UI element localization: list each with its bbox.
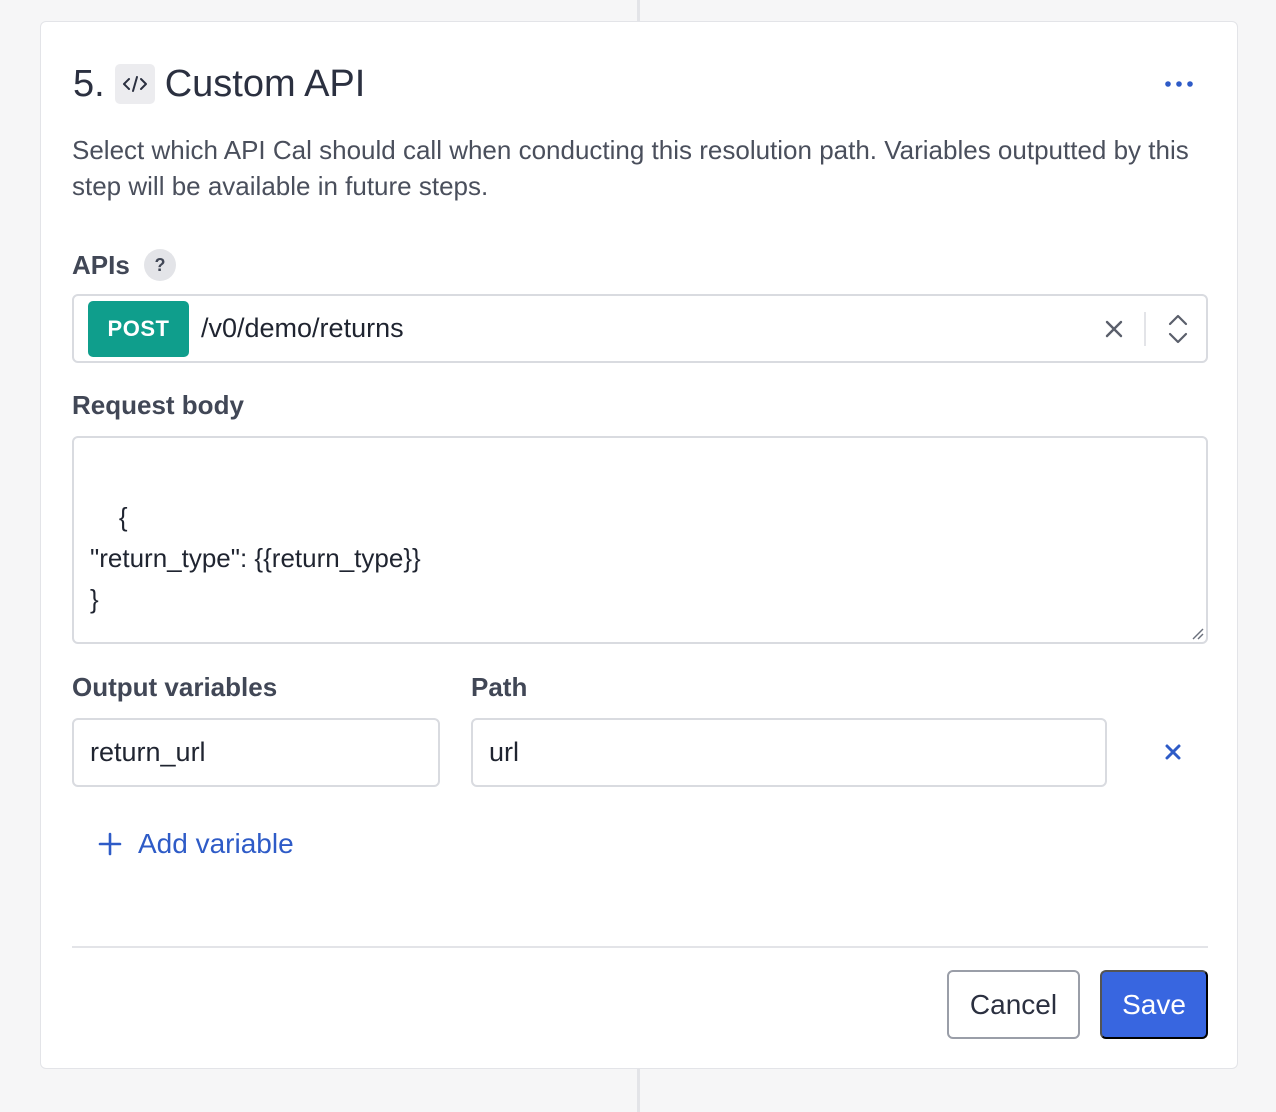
step-header: 5. Custom API [73, 62, 1205, 106]
request-body-label: Request body [72, 390, 244, 420]
method-badge: POST [88, 300, 189, 357]
step-card: 5. Custom API Select which API Cal shoul… [40, 21, 1238, 1069]
output-variable-name-input[interactable]: return_url [72, 718, 440, 787]
step-description: Select which API Cal should call when co… [72, 135, 1189, 201]
step-number: 5. [73, 63, 105, 105]
code-icon [114, 64, 155, 104]
plus-icon [98, 832, 122, 856]
select-toggle-button[interactable] [1154, 301, 1202, 357]
clear-selection-button[interactable] [1092, 307, 1136, 351]
request-body-textarea[interactable]: { "return_type": {{return_type}} } [72, 436, 1208, 644]
chevron-up-down-icon [1168, 314, 1188, 343]
close-icon [1165, 744, 1181, 760]
remove-variable-button[interactable] [1155, 734, 1191, 770]
close-icon [1105, 320, 1123, 337]
more-options-button[interactable] [1153, 68, 1205, 100]
path-label: Path [471, 672, 528, 702]
request-body-content: { "return_type": {{return_type}} } [90, 502, 421, 614]
api-endpoint-path: /v0/demo/returns [201, 313, 404, 343]
flow-connector-bottom [637, 1068, 640, 1112]
flow-connector-top [637, 0, 640, 22]
output-variable-path-input[interactable]: url [471, 718, 1107, 787]
select-separator [1144, 311, 1146, 346]
step-title: Custom API [164, 63, 366, 105]
add-variable-button[interactable]: Add variable [98, 822, 294, 866]
api-select[interactable]: POST /v0/demo/returns [72, 294, 1208, 363]
footer-divider [72, 946, 1208, 948]
add-variable-label: Add variable [138, 828, 294, 859]
apis-label: APIs [72, 250, 130, 280]
resize-handle-icon[interactable] [1190, 626, 1204, 640]
ellipsis-icon [1165, 81, 1193, 87]
help-icon[interactable]: ? [144, 249, 176, 281]
output-variables-label: Output variables [72, 672, 278, 702]
save-button[interactable]: Save [1100, 970, 1208, 1039]
cancel-button[interactable]: Cancel [947, 970, 1080, 1039]
